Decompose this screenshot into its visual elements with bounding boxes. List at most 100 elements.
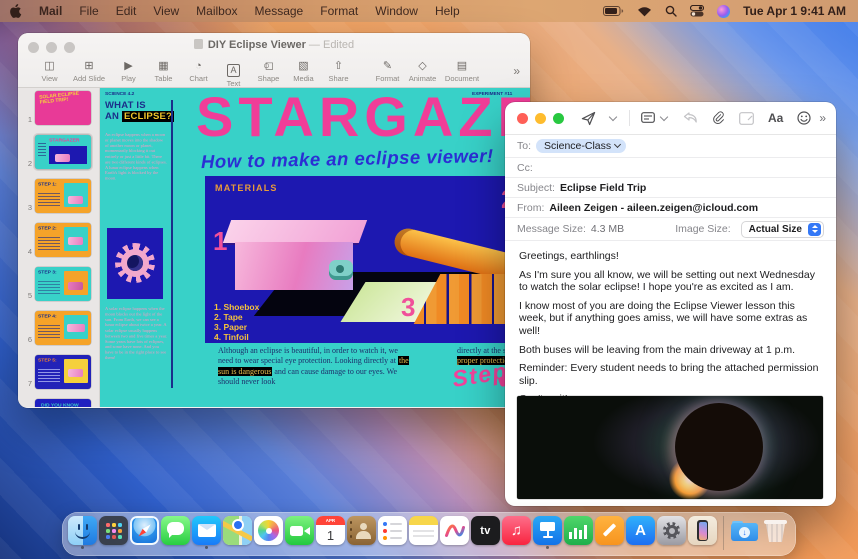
mail-toolbar[interactable]: Aa » xyxy=(505,102,836,135)
markup-button[interactable] xyxy=(732,108,761,128)
slide-title[interactable]: STARGAZER xyxy=(196,88,530,149)
dock-item-photos[interactable] xyxy=(254,516,283,548)
dock-item-launchpad[interactable] xyxy=(99,516,128,548)
slide-thumbnail-row[interactable]: 1 SOLAR ECLIPSE FIELD TRIP! xyxy=(22,91,99,125)
menu-item-message[interactable]: Message xyxy=(255,4,304,18)
send-options-chevron[interactable] xyxy=(603,108,625,128)
slide-heading[interactable]: WHAT IS AN ECLIPSE? xyxy=(105,100,174,122)
slide-paragraph-eclipse[interactable]: An eclipse happens when a moon or planet… xyxy=(105,132,168,181)
dock-item-downloads[interactable]: ↓ xyxy=(730,516,759,548)
slide-thumbnail-row[interactable]: 2 STARGAZER xyxy=(22,135,99,169)
view-button[interactable]: ◫View xyxy=(32,60,67,83)
menu-item-mailbox[interactable]: Mailbox xyxy=(196,4,237,18)
menu-item-edit[interactable]: Edit xyxy=(116,4,137,18)
slide-thumbnail[interactable]: DID YOU KNOW xyxy=(35,399,91,407)
slide-thumbnail-row[interactable]: 8 DID YOU KNOW xyxy=(22,399,99,407)
header-fields-button[interactable] xyxy=(634,108,676,128)
format-button[interactable]: ✎Format xyxy=(370,60,405,83)
menu-item-view[interactable]: View xyxy=(153,4,179,18)
dock-item-calendar[interactable]: APR 1 xyxy=(316,516,345,548)
materials-box[interactable]: MATERIALS 1 2 3 4 1. Shoebox 2. Tape xyxy=(205,176,530,343)
recipient-token[interactable]: Science-Class xyxy=(536,139,626,154)
close-button[interactable] xyxy=(28,42,39,53)
dock-item-tv[interactable]: tv xyxy=(471,516,500,548)
toolbar-overflow-button[interactable]: » xyxy=(819,111,826,125)
dock-item-appstore[interactable]: A xyxy=(626,516,655,548)
slide-paragraph-solar[interactable]: A solar eclipse happens when the moon bl… xyxy=(105,306,168,361)
dock-item-notes[interactable] xyxy=(409,516,438,548)
dock-item-keynote[interactable] xyxy=(533,516,562,548)
to-field[interactable]: To: Science-Class xyxy=(505,135,836,158)
dock-item-messages[interactable] xyxy=(161,516,190,548)
slide-thumbnail[interactable]: STEP 5: xyxy=(35,355,91,389)
attach-button[interactable] xyxy=(705,108,732,128)
dock-item-numbers[interactable] xyxy=(564,516,593,548)
dock-item-pages[interactable] xyxy=(595,516,624,548)
cc-field[interactable]: Cc: xyxy=(505,158,836,178)
dock-item-freeform[interactable] xyxy=(440,516,469,548)
document-button[interactable]: ▤Document xyxy=(440,60,484,83)
table-button[interactable]: ▦Table xyxy=(146,60,181,83)
wifi-icon[interactable] xyxy=(637,6,652,17)
eclipse-photo-attachment[interactable] xyxy=(517,396,823,499)
dock-item-iphone-mirroring[interactable] xyxy=(688,516,717,548)
animate-button[interactable]: ◇Animate xyxy=(405,60,440,83)
dock-item-finder[interactable] xyxy=(68,516,97,548)
text-button[interactable]: AText xyxy=(216,60,251,88)
minimize-button[interactable] xyxy=(46,42,57,53)
minimize-button[interactable] xyxy=(535,113,546,124)
sun-illustration[interactable] xyxy=(107,228,163,299)
emoji-button[interactable] xyxy=(790,108,818,128)
warning-text-left[interactable]: Although an eclipse is beautiful, in ord… xyxy=(218,346,414,388)
dock-item-safari[interactable] xyxy=(130,516,159,548)
add-slide-button[interactable]: ⊞Add Slide xyxy=(67,60,111,83)
slide-thumbnail[interactable]: SOLAR ECLIPSE FIELD TRIP! xyxy=(35,91,91,125)
slide-thumbnail-row[interactable]: 6 STEP 4: xyxy=(22,311,99,345)
search-icon[interactable] xyxy=(665,5,677,17)
slide-canvas[interactable]: SCIENCE 4.2 EXPERIMENT #11 WHAT IS AN EC… xyxy=(100,88,530,407)
siri-icon[interactable] xyxy=(717,5,730,18)
slide-subtitle[interactable]: How to make an eclipse viewer! xyxy=(201,145,494,173)
slide-thumbnail-selected[interactable]: STARGAZER xyxy=(35,135,91,169)
from-field[interactable]: From: Aileen Zeigen - aileen.zeigen@iclo… xyxy=(505,198,836,218)
keynote-titlebar[interactable]: DIY Eclipse Viewer — Edited xyxy=(18,33,530,58)
dock-item-music[interactable]: ♫ xyxy=(502,516,531,548)
slide-thumbnail[interactable]: STEP 1: xyxy=(35,179,91,213)
slide-thumbnail[interactable]: STEP 3: xyxy=(35,267,91,301)
menu-item-window[interactable]: Window xyxy=(375,4,418,18)
apple-menu-icon[interactable] xyxy=(10,4,22,18)
zoom-button[interactable] xyxy=(64,42,75,53)
menu-item-mail[interactable]: Mail xyxy=(39,4,62,18)
chart-button[interactable]: ◔Chart xyxy=(181,60,216,83)
menu-item-file[interactable]: File xyxy=(79,4,98,18)
play-button[interactable]: ▶Play xyxy=(111,60,146,83)
dock-item-trash[interactable] xyxy=(761,516,790,548)
slide-thumbnail-row[interactable]: 3 STEP 1: xyxy=(22,179,99,213)
media-button[interactable]: ▧Media xyxy=(286,60,321,83)
close-button[interactable] xyxy=(517,113,528,124)
slide-thumbnail-row[interactable]: 5 STEP 3: xyxy=(22,267,99,301)
shape-button[interactable]: ○◻Shape xyxy=(251,60,286,83)
zoom-button[interactable] xyxy=(553,113,564,124)
slide-thumbnail-row[interactable]: 7 STEP 5: xyxy=(22,355,99,389)
slide-thumbnail[interactable]: STEP 4: xyxy=(35,311,91,345)
dock-item-maps[interactable] xyxy=(223,516,252,548)
battery-icon[interactable] xyxy=(603,6,624,16)
menu-item-format[interactable]: Format xyxy=(320,4,358,18)
image-size-select[interactable]: Actual Size xyxy=(741,221,824,238)
slide-navigator[interactable]: 1 SOLAR ECLIPSE FIELD TRIP! 2 STARGAZER xyxy=(18,88,100,407)
dock-item-facetime[interactable] xyxy=(285,516,314,548)
reply-button[interactable] xyxy=(676,108,705,128)
dock-item-settings[interactable] xyxy=(657,516,686,548)
format-button[interactable]: Aa xyxy=(761,108,790,128)
subject-field[interactable]: Subject: Eclipse Field Trip xyxy=(505,178,836,198)
slide-thumbnail-row[interactable]: 4 STEP 2: xyxy=(22,223,99,257)
share-button[interactable]: ⇧Share xyxy=(321,60,356,83)
toolbar-overflow-button[interactable]: » xyxy=(513,60,520,78)
slide-thumbnail[interactable]: STEP 2: xyxy=(35,223,91,257)
send-button[interactable] xyxy=(574,108,603,128)
control-center-icon[interactable] xyxy=(690,5,704,17)
dock-item-contacts[interactable] xyxy=(347,516,376,548)
menu-item-help[interactable]: Help xyxy=(435,4,460,18)
dock-item-reminders[interactable] xyxy=(378,516,407,548)
